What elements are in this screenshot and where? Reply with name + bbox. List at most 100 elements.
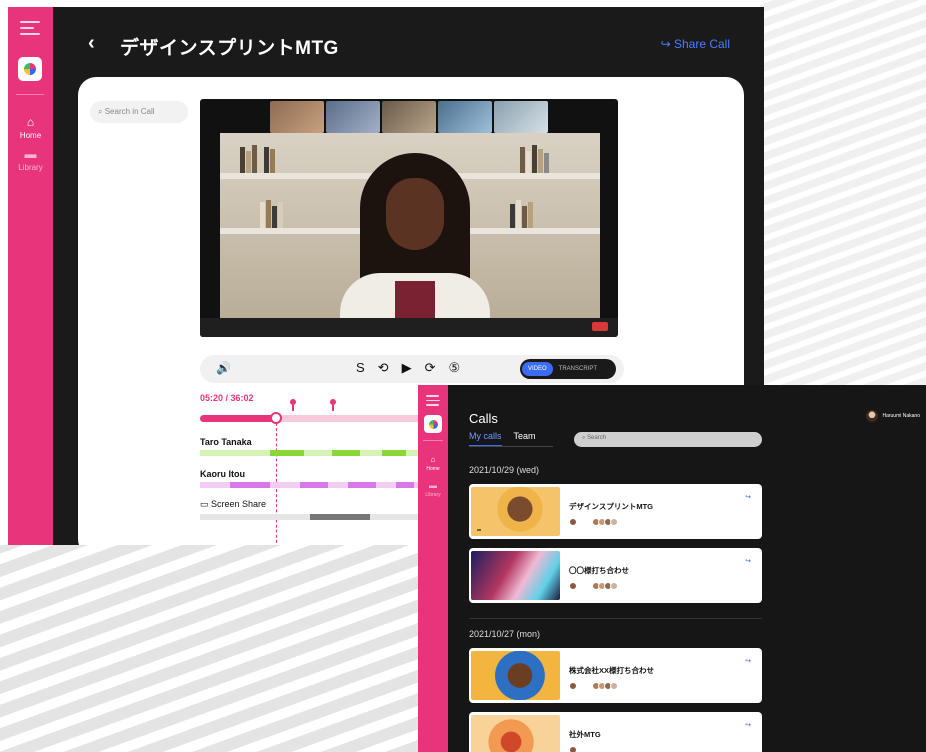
call-header: ‹ デザインスプリントMTG ↪ Share Call (88, 27, 740, 61)
participant-thumbnail[interactable] (438, 101, 492, 133)
speaker-activity-bar[interactable] (200, 482, 430, 488)
participant-thumbnail[interactable] (494, 101, 548, 133)
date-heading: 2021/10/27 (mon) (469, 629, 541, 639)
play-icon[interactable]: ▶ (402, 360, 412, 376)
progress-fill (200, 415, 276, 422)
calls-tabs: My calls Team (469, 431, 536, 447)
avatar (866, 410, 879, 422)
speaker-label: Kaoru Itou (200, 469, 245, 479)
playback-controls: 🔊 S ⟲ ▶ ⟳ ⑤ VIDEO TRANSCRIPT (200, 355, 624, 383)
home-icon: ⌂ (430, 455, 436, 464)
volume-icon[interactable]: 🔊 (216, 361, 231, 375)
call-participants (569, 518, 618, 526)
call-title: 株式会社XX様打ち合わせ (569, 666, 655, 675)
call-thumbnail (471, 487, 560, 536)
call-card[interactable]: 〇〇様打ち合わせ ↪ (469, 548, 762, 603)
duration-badge (477, 529, 481, 531)
bookmark-pin-icon[interactable] (330, 399, 336, 411)
sidebar-divider (423, 440, 443, 441)
speaker-activity-bar[interactable] (200, 450, 430, 456)
search-icon: ⌕ (582, 435, 586, 441)
sidebar-item-label: Library (18, 163, 43, 172)
video-player[interactable] (200, 99, 618, 337)
call-title: 〇〇様打ち合わせ (569, 566, 629, 575)
call-participants (569, 682, 618, 690)
sidebar-item-home[interactable]: ⌂ Home (8, 115, 53, 140)
background-stripes-right (760, 0, 926, 400)
tab-video[interactable]: VIDEO (522, 362, 553, 376)
monitor-icon: ▭ (200, 499, 209, 509)
sidebar-item-label: Home (19, 131, 42, 140)
current-time: 05:20 / 36:02 (200, 393, 254, 403)
avatar (569, 518, 577, 526)
call-title: 社外MTG (569, 730, 601, 739)
sidebar-rail: ⌂ Home ▬ Library (8, 7, 53, 545)
speaker-video-frame (220, 133, 600, 318)
rewind-icon[interactable]: ⟲ (378, 360, 389, 376)
page-title: Calls (469, 411, 498, 426)
call-participants (569, 582, 618, 590)
transport-controls: S ⟲ ▶ ⟳ ⑤ (356, 360, 460, 376)
participant-thumbnail[interactable] (382, 101, 436, 133)
search-input[interactable]: ⌕ Search (574, 432, 762, 447)
folder-icon: ▬ (24, 147, 37, 161)
view-toggle: VIDEO TRANSCRIPT (520, 359, 616, 379)
share-icon[interactable]: ↪ (745, 721, 751, 729)
bookmark-pin-icon[interactable] (290, 399, 296, 411)
books (260, 198, 283, 228)
participant-thumbnail[interactable] (270, 101, 324, 133)
user-name: Haruumi Nakano (882, 413, 920, 419)
app-logo (424, 415, 442, 433)
participant-thumbnail[interactable] (326, 101, 380, 133)
sidebar-item-library[interactable]: ▬ Library (418, 481, 448, 498)
tab-divider (469, 446, 553, 447)
call-card[interactable]: 株式会社XX様打ち合わせ ↪ (469, 648, 762, 703)
books (520, 143, 549, 173)
search-in-call-input[interactable]: ⌕ Search in Call (90, 101, 188, 123)
user-menu[interactable]: Haruumi Nakano (866, 410, 920, 422)
screen-share-bar[interactable] (200, 514, 430, 520)
share-icon[interactable]: ↪ (745, 557, 751, 565)
call-participants (569, 746, 577, 752)
app-logo (18, 57, 42, 81)
share-icon[interactable]: ↪ (745, 493, 751, 501)
share-icon: ↪ (660, 37, 671, 51)
call-card[interactable]: 社外MTG ↪ (469, 712, 762, 752)
call-thumbnail (471, 715, 560, 752)
books (510, 198, 533, 228)
sidebar-item-home[interactable]: ⌂ Home (418, 455, 448, 472)
books (240, 143, 275, 173)
speaker-person-shirt (395, 281, 435, 318)
sidebar-rail: ⌂ Home ▬ Library (418, 385, 448, 752)
section-divider (469, 618, 762, 619)
hamburger-menu-icon[interactable] (426, 395, 440, 409)
call-card[interactable]: デザインスプリントMTG ↪ (469, 484, 762, 539)
end-meeting-button[interactable] (592, 322, 608, 331)
share-call-button[interactable]: ↪ Share Call (661, 37, 730, 51)
avatar (569, 582, 577, 590)
forward-icon[interactable]: ⟳ (425, 360, 436, 376)
tab-team[interactable]: Team (514, 431, 536, 447)
hamburger-menu-icon[interactable] (20, 21, 40, 39)
background-stripes-bottom (0, 545, 420, 752)
folder-icon: ▬ (429, 481, 437, 490)
tab-transcript[interactable]: TRANSCRIPT (553, 362, 603, 376)
timeline: 05:20 / 36:02 Taro Tanaka Kaoru Itou ▭ S… (200, 393, 430, 545)
share-icon[interactable]: ↪ (745, 657, 751, 665)
skip-icon[interactable]: ⑤ (448, 360, 460, 376)
speaker-person-face (386, 178, 444, 250)
sidebar-divider (16, 94, 44, 95)
tab-my-calls[interactable]: My calls (469, 431, 502, 447)
call-title: デザインスプリントMTG (569, 502, 654, 511)
back-icon[interactable]: ‹ (88, 32, 95, 55)
avatar (569, 746, 577, 752)
participant-thumbnails (270, 101, 548, 133)
sidebar-item-library[interactable]: ▬ Library (8, 147, 53, 172)
page-title: デザインスプリントMTG (120, 38, 339, 59)
speed-icon[interactable]: S (356, 360, 365, 376)
date-heading: 2021/10/29 (wed) (469, 465, 540, 475)
content-edge (448, 385, 468, 752)
progress-track[interactable] (200, 412, 430, 424)
home-icon: ⌂ (26, 115, 35, 129)
search-icon: ⌕ (98, 107, 103, 116)
